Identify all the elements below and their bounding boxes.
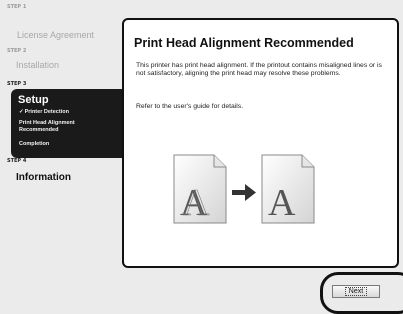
arrow-right-icon (232, 184, 256, 201)
substep-printer-detection: ✓Printer Detection (19, 109, 69, 115)
substep-print-head-alignment: Print Head Alignment Recommended (19, 120, 75, 133)
step-3-label: STEP 3 (7, 81, 27, 87)
alignment-illustration: A A A (173, 154, 315, 224)
content-panel: Print Head Alignment Recommended This pr… (122, 18, 399, 268)
step-1-label: STEP 1 (7, 4, 27, 10)
step-1-title: License Agreement (17, 30, 95, 40)
misaligned-page-icon: A A (173, 154, 227, 224)
active-step-block: Setup ✓Printer Detection Print Head Alig… (11, 89, 125, 158)
step-4-label: STEP 4 (7, 158, 27, 164)
substep-completion: Completion (19, 141, 50, 147)
check-icon: ✓ (19, 109, 24, 115)
reference-text: Refer to the user's guide for details. (136, 103, 244, 110)
next-button-label: Next (344, 287, 368, 296)
page-title: Print Head Alignment Recommended (134, 36, 354, 50)
step-2-label: STEP 2 (7, 48, 27, 54)
description-text: This printer has print head alignment. I… (136, 62, 382, 78)
step-3-title: Setup (18, 94, 49, 106)
step-4-title: Information (16, 172, 71, 183)
misaligned-letter-ghost: A (182, 182, 210, 224)
aligned-letter: A (268, 182, 296, 224)
step-2-title: Installation (16, 60, 60, 70)
next-button[interactable]: Next (332, 285, 380, 298)
steps-sidebar: STEP 1 License Agreement STEP 2 Installa… (0, 0, 125, 308)
aligned-page-icon: A (261, 154, 315, 224)
